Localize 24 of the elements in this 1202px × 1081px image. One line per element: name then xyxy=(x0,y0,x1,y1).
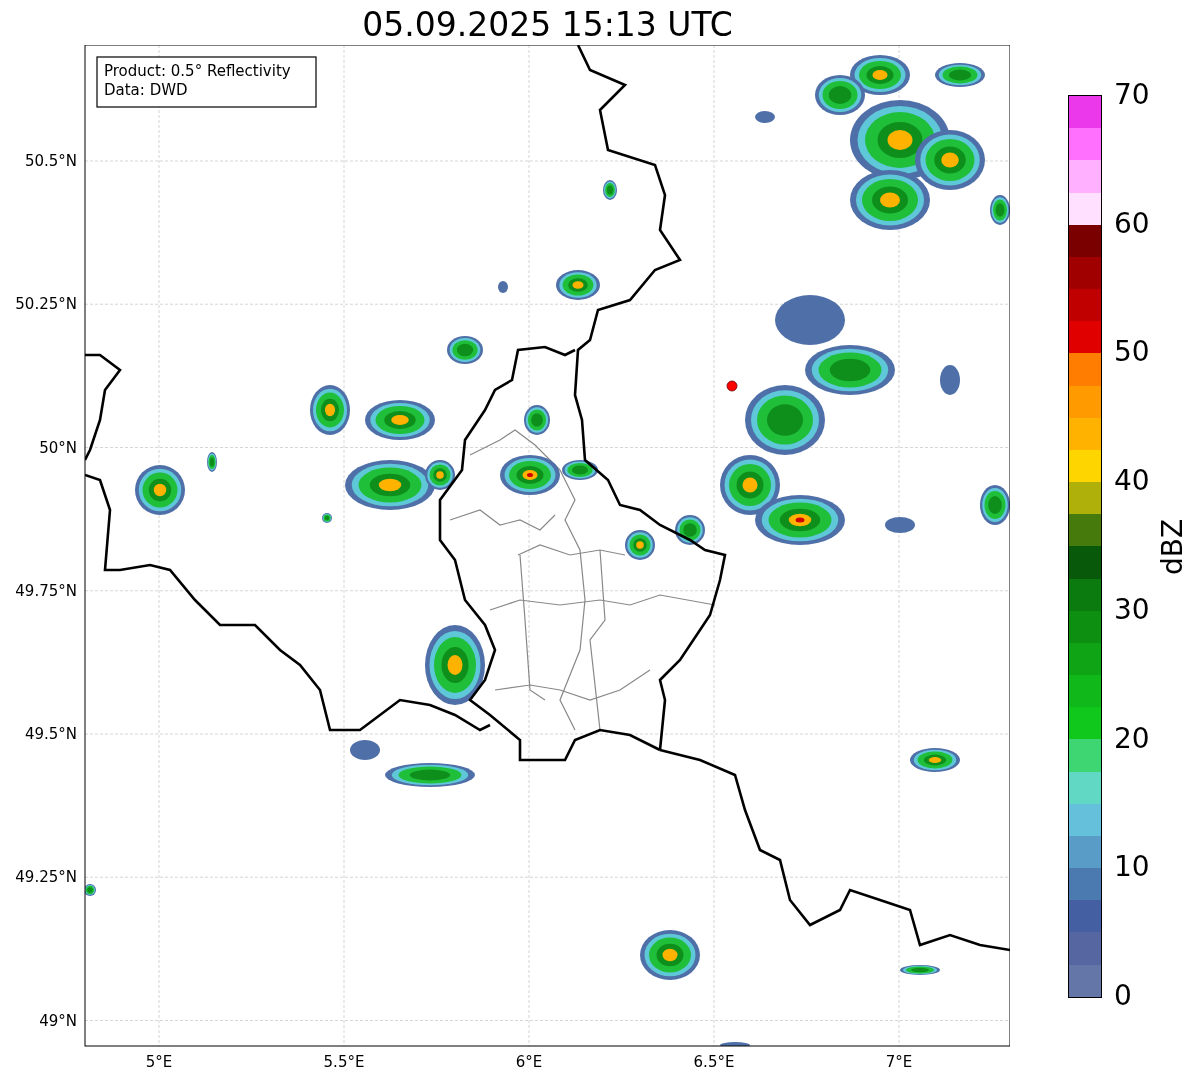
latitude-label: 50.5°N xyxy=(24,152,77,170)
longitude-label: 5.5°E xyxy=(323,1053,365,1071)
latitude-label: 49.75°N xyxy=(15,581,77,600)
latitude-label: 49.5°N xyxy=(24,725,77,743)
latitude-label: 50°N xyxy=(39,438,77,457)
scale-label: 30 xyxy=(1113,593,1150,626)
scale-unit-label: dBZ xyxy=(1156,518,1189,575)
scale-label: 50 xyxy=(1113,336,1150,369)
scale-label: 20 xyxy=(1113,722,1150,755)
longitude-label: 5°E xyxy=(145,1053,173,1071)
scale-label: 0 xyxy=(1113,980,1132,1012)
chart-title: 05.09.2025 15:13 UTC xyxy=(361,4,734,45)
scale-label: 60 xyxy=(1113,207,1150,240)
scale-label: 10 xyxy=(1113,851,1150,884)
radar-site-marker xyxy=(726,380,738,392)
longitude-label: 6°E xyxy=(515,1053,543,1071)
latitude-label: 50.25°N xyxy=(15,295,77,314)
longitude-label: 6.5°E xyxy=(693,1053,735,1071)
info-box: Product: 0.5° Reflectivity Data: DWD xyxy=(96,56,317,108)
scale-label: 40 xyxy=(1113,465,1150,498)
latitude-label: 49.25°N xyxy=(15,868,77,887)
latitude-label: 49°N xyxy=(39,1011,77,1030)
longitude-label: 7°E xyxy=(885,1053,913,1071)
scale-label: 70 xyxy=(1113,79,1150,111)
